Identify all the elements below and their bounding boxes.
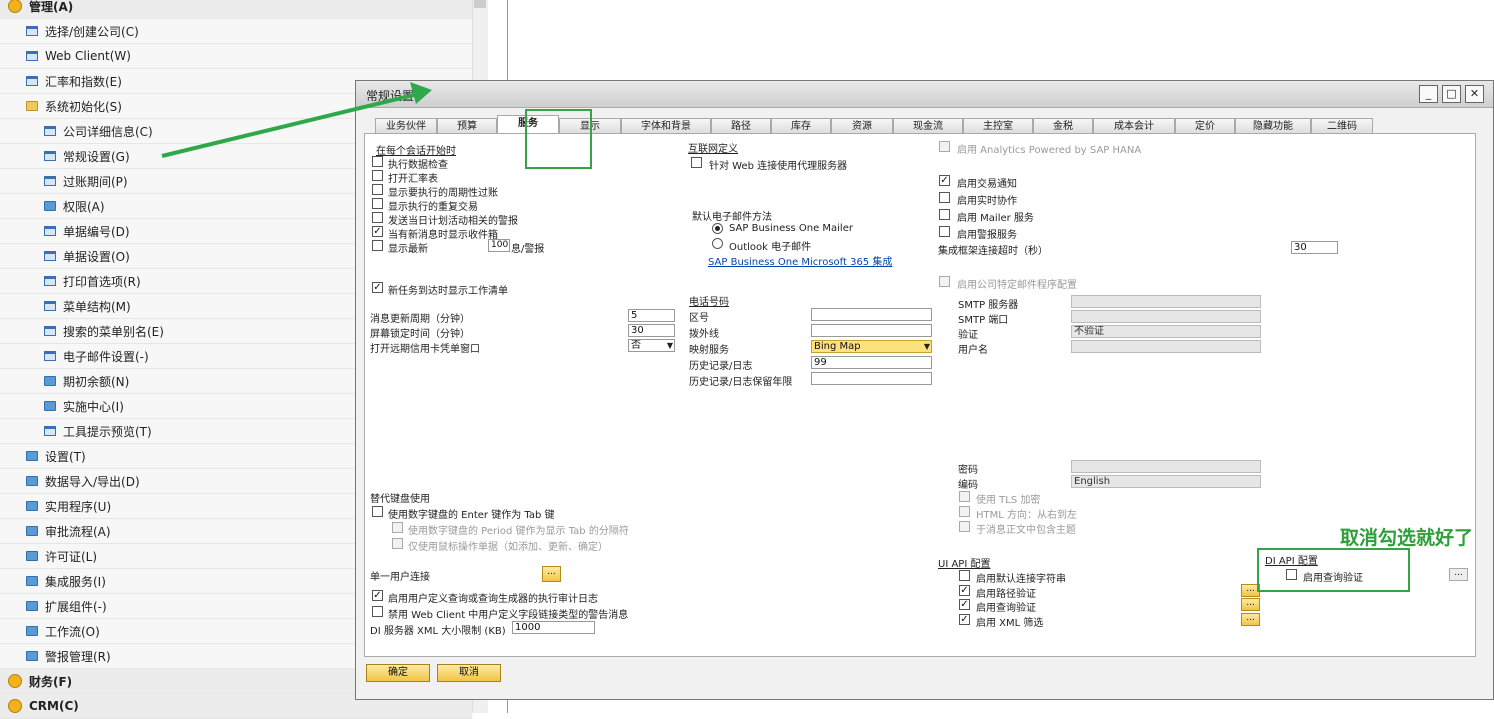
arrow-line xyxy=(161,92,419,158)
annotation-text: 取消勾选就好了 xyxy=(1340,527,1474,549)
annotation-arrow xyxy=(161,82,432,158)
highlight-diapi-config xyxy=(1257,548,1410,592)
highlight-service-tab xyxy=(525,109,592,169)
arrow-head xyxy=(410,82,432,104)
